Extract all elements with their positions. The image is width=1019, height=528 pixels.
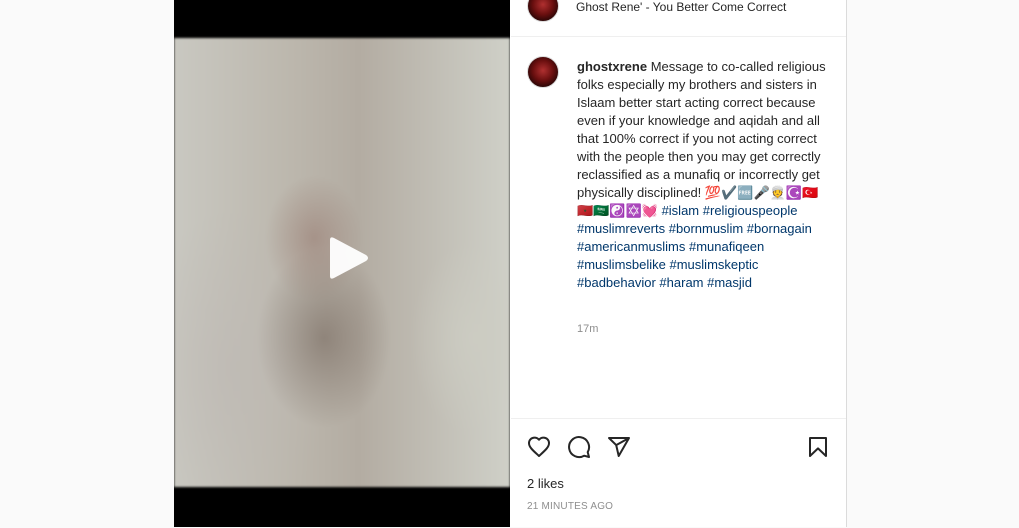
username-link[interactable]: ghostxrene (577, 59, 647, 74)
hashtag-link[interactable]: #masjid (707, 275, 752, 290)
action-section: 2 likes 21 MINUTES AGO (511, 418, 846, 528)
hashtag-link[interactable]: #munafiqeen (689, 239, 764, 254)
likes-count[interactable]: 2 likes (527, 476, 564, 491)
post-header: Ghost Rene' - You Better Come Correct (511, 0, 846, 37)
heart-icon[interactable] (527, 435, 551, 459)
hashtag-link[interactable]: #haram (659, 275, 703, 290)
send-icon[interactable] (607, 435, 631, 459)
hashtag-link[interactable]: #muslimsbelike (577, 257, 666, 272)
post-timestamp[interactable]: 21 MINUTES AGO (527, 501, 613, 512)
hashtag-link[interactable]: #muslimskeptic (670, 257, 759, 272)
music-track[interactable]: Ghost Rene' - You Better Come Correct (576, 0, 786, 14)
caption-avatar[interactable] (527, 56, 559, 88)
post-sidebar: Ghost Rene' - You Better Come Correct gh… (511, 0, 846, 527)
hashtag-link[interactable]: #badbehavior (577, 275, 656, 290)
hashtag-link[interactable]: #religiouspeople (703, 203, 798, 218)
comment-icon[interactable] (567, 435, 591, 459)
avatar[interactable] (527, 0, 559, 22)
caption: ghostxrene Message to co-called religiou… (577, 58, 832, 292)
comment-age[interactable]: 17m (577, 323, 598, 335)
action-bar (527, 435, 830, 459)
hashtag-link[interactable]: #americanmuslims (577, 239, 685, 254)
play-icon[interactable] (314, 226, 378, 290)
bookmark-icon[interactable] (806, 435, 830, 459)
hashtag-link[interactable]: #muslimreverts (577, 221, 665, 236)
hashtag-link[interactable]: #bornmuslim (669, 221, 743, 236)
hashtag-link[interactable]: #bornagain (747, 221, 812, 236)
caption-text: Message to co-called religious folks esp… (577, 59, 826, 200)
video-player[interactable] (174, 0, 510, 527)
hashtag-link[interactable]: #islam (662, 203, 700, 218)
post-container: Ghost Rene' - You Better Come Correct gh… (174, 0, 847, 527)
